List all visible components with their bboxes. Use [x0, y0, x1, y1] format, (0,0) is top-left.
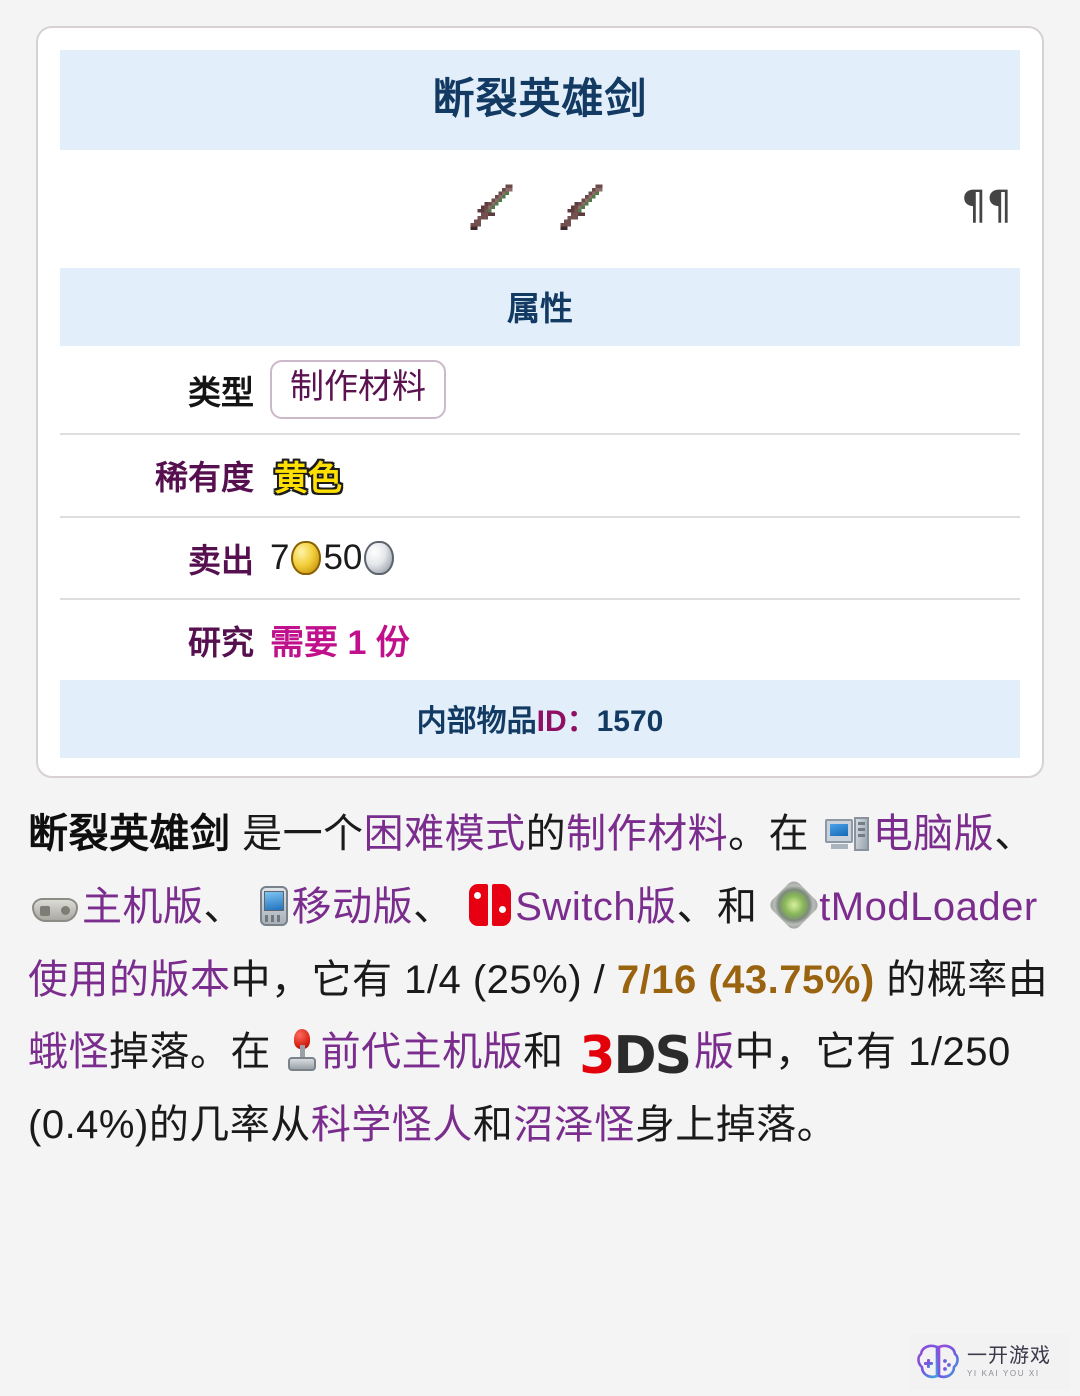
nintendo-switch-icon — [469, 883, 512, 926]
broken-hero-sword-sprite — [470, 184, 513, 231]
ds-logo-3: 3 — [579, 1026, 615, 1087]
link-hardmode[interactable]: 困难模式 — [364, 812, 526, 856]
prose-text-10: 掉落。在 — [109, 1030, 283, 1075]
stat-value-sell: 7 50 — [270, 517, 1020, 599]
infobox-image-area: ¶¶ — [60, 150, 1020, 269]
stat-value-rarity: 黄色 — [270, 434, 1020, 517]
internal-id-value: 1570 — [596, 704, 664, 738]
link-desktop-version[interactable]: 电脑版 — [873, 812, 995, 856]
gamepad-icon — [32, 894, 78, 926]
gold-coin-icon — [291, 540, 322, 575]
link-3ds-version[interactable]: 版 — [694, 1030, 735, 1074]
pilcrow-glyphs: ¶¶ — [961, 183, 1012, 230]
rarity-badge[interactable]: 黄色 — [270, 449, 346, 502]
stat-value-research: 需要 1 份 — [270, 599, 1020, 680]
link-oldgen-console-version[interactable]: 前代主机版 — [321, 1030, 524, 1074]
prose-text-3: 。在 — [728, 812, 821, 856]
tmodloader-icon — [767, 877, 822, 932]
3ds-logo-icon: 3DS — [579, 1030, 692, 1082]
prose-text-8: 中，它有 — [230, 957, 405, 1002]
stat-label-rarity: 稀有度 — [155, 459, 254, 497]
brain-gamepad-logo-icon — [917, 1344, 959, 1379]
prose-text-9: 的概率由 — [874, 957, 1049, 1002]
type-link[interactable]: 制作材料 — [270, 360, 446, 419]
gold-amount: 7 — [270, 537, 290, 577]
sell-price: 7 50 — [270, 538, 396, 578]
infobox-subheading: 属性 — [60, 268, 1020, 347]
prose-text-1: 是一个 — [230, 812, 364, 856]
link-switch-version[interactable]: Switch版 — [515, 885, 676, 929]
research-value: 需要 1 份 — [270, 624, 410, 663]
ds-logo-ds: DS — [613, 1026, 692, 1087]
article-body: 断裂英雄剑 是一个困难模式的制作材料。在 电脑版、 主机版、 移动版、 Swit… — [28, 798, 1052, 1162]
prose-text-6: 、 — [413, 884, 466, 929]
stat-label-type: 类型 — [188, 373, 254, 411]
mobile-phone-icon — [259, 885, 288, 926]
infobox-title: 断裂英雄剑 — [60, 50, 1020, 151]
joystick-icon — [287, 1029, 317, 1072]
stat-label-sell: 卖出 — [188, 541, 254, 579]
table-row-rarity: 稀有度 黄色 — [60, 434, 1020, 517]
item-name-bold: 断裂英雄剑 — [28, 812, 231, 856]
link-crafting-material[interactable]: 制作材料 — [566, 812, 728, 856]
link-swamp-thing[interactable]: 沼泽怪 — [513, 1103, 635, 1147]
watermark-text: 一开游戏 YI KAI YOU XI — [967, 1346, 1051, 1378]
prose-text-4: 、 — [994, 812, 1035, 856]
prose-text-2: 的 — [525, 812, 567, 856]
stat-label-research: 研究 — [188, 623, 254, 661]
watermark-subtitle: YI KAI YOU XI — [967, 1369, 1040, 1378]
table-row-research: 研究 需要 1 份 — [60, 599, 1020, 680]
prose-text-5: 、 — [203, 884, 256, 929]
prose-text-13: 和 — [472, 1103, 514, 1148]
link-mothron[interactable]: 蛾怪 — [28, 1030, 109, 1074]
item-infobox: 断裂英雄剑 ¶¶ 属性 类型 制作材料 稀有度 黄色 卖出 7 50 研究 需要… — [36, 26, 1044, 778]
link-mobile-version[interactable]: 移动版 — [292, 885, 414, 929]
internal-item-label: 内部物品 — [416, 704, 537, 738]
infobox-footer: 内部物品ID：1570 — [60, 679, 1020, 758]
desktop-computer-icon — [824, 817, 869, 853]
drop-rate-expert: 7/16 (43.75%) — [616, 957, 875, 1002]
table-row-type: 类型 制作材料 — [60, 346, 1020, 434]
stats-table: 类型 制作材料 稀有度 黄色 卖出 7 50 研究 需要 1 份 — [60, 346, 1020, 680]
prose-text-14: 身上掉落。 — [634, 1103, 838, 1148]
broken-hero-sword-sprite-2 — [560, 184, 603, 231]
link-frankenstein[interactable]: 科学怪人 — [311, 1103, 473, 1147]
site-watermark: 一开游戏 YI KAI YOU XI — [910, 1334, 1070, 1390]
page-root: 断裂英雄剑 ¶¶ 属性 类型 制作材料 稀有度 黄色 卖出 7 50 研究 需要… — [0, 0, 1080, 1396]
silver-coin-icon — [364, 540, 395, 575]
internal-id-label: ID： — [536, 704, 597, 738]
watermark-title: 一开游戏 — [967, 1345, 1051, 1367]
prose-text-7: 、和 — [676, 884, 770, 929]
item-sprite-row — [60, 150, 1020, 268]
stat-value-type: 制作材料 — [270, 346, 1020, 434]
silver-amount: 50 — [323, 537, 363, 577]
prose-text-11: 和 — [523, 1030, 576, 1075]
drop-rate-base: 1/4 (25%) / — [404, 957, 617, 1002]
table-row-sell: 卖出 7 50 — [60, 517, 1020, 599]
link-console-version[interactable]: 主机版 — [82, 885, 204, 929]
